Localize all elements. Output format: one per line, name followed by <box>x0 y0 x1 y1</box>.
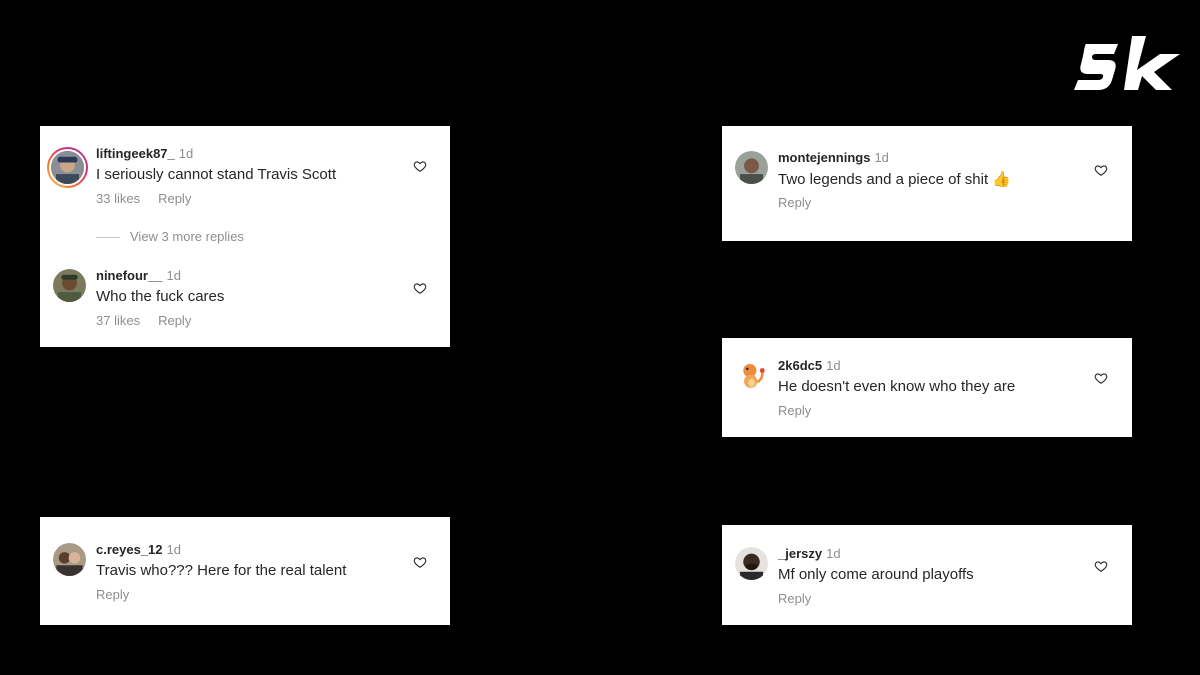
reply-button[interactable]: Reply <box>778 195 811 210</box>
view-more-replies-button[interactable]: View 3 more replies <box>96 229 244 244</box>
comment-username[interactable]: montejennings 1d <box>778 150 889 165</box>
comment-meta: 37 likes Reply <box>96 313 191 328</box>
heart-outline-icon[interactable] <box>1094 371 1108 385</box>
comment-timestamp: 1d <box>166 268 181 283</box>
heart-outline-icon[interactable] <box>413 281 427 295</box>
comment-timestamp: 1d <box>178 146 194 161</box>
comment-item: 2k6dc5 1d He doesn't even know who they a… <box>722 338 1132 418</box>
comment-card-1: liftingeek87_ 1d I seriously cannot stand… <box>40 126 450 347</box>
sportskeeda-logo <box>1072 34 1190 96</box>
reply-button[interactable]: Reply <box>158 191 191 206</box>
avatar[interactable] <box>735 151 768 184</box>
comment-item: c.reyes_12 1d Travis who??? Here for the … <box>40 517 450 602</box>
avatar[interactable] <box>47 147 88 188</box>
comment-item: ninefour__ 1d Who the fuck cares 37 likes… <box>40 254 450 328</box>
reply-button[interactable]: Reply <box>778 591 811 606</box>
comment-text: Mf only come around playoffs <box>778 566 974 583</box>
reply-button[interactable]: Reply <box>158 313 191 328</box>
divider <box>96 237 120 239</box>
avatar[interactable] <box>53 269 86 302</box>
comment-username[interactable]: c.reyes_12 1d <box>96 542 181 557</box>
comment-timestamp: 1d <box>826 358 841 373</box>
comment-username[interactable]: liftingeek87_ 1d <box>96 146 193 161</box>
comment-card-3: montejennings 1d Two legends and a piece … <box>722 126 1132 241</box>
comment-card-2: c.reyes_12 1d Travis who??? Here for the … <box>40 517 450 625</box>
reply-button[interactable]: Reply <box>96 587 129 602</box>
comment-item: liftingeek87_ 1d I seriously cannot stand… <box>40 126 450 206</box>
comment-item: _jerszy 1d Mf only come around playoffs R… <box>722 525 1132 606</box>
comment-card-4: 2k6dc5 1d He doesn't even know who they a… <box>722 338 1132 437</box>
heart-outline-icon[interactable] <box>1094 559 1108 573</box>
comment-text: I seriously cannot stand Travis Scott <box>96 166 337 183</box>
comment-text: He doesn't even know who they are <box>778 378 1016 395</box>
comment-timestamp: 1d <box>166 542 181 557</box>
comment-card-5: _jerszy 1d Mf only come around playoffs R… <box>722 525 1132 625</box>
comment-item: montejennings 1d Two legends and a piece … <box>722 126 1132 210</box>
like-count[interactable]: 37 likes <box>96 313 140 328</box>
avatar[interactable] <box>735 359 768 392</box>
comment-meta: Reply <box>778 591 811 606</box>
comment-text: Who the fuck cares <box>96 288 225 305</box>
reply-button[interactable]: Reply <box>778 403 811 418</box>
comment-timestamp: 1d <box>826 546 841 561</box>
comment-username[interactable]: _jerszy 1d <box>778 546 841 561</box>
comment-meta: Reply <box>778 195 811 210</box>
like-count[interactable]: 33 likes <box>96 191 140 206</box>
comment-meta: 33 likes Reply <box>96 191 191 206</box>
comment-meta: Reply <box>96 587 129 602</box>
avatar[interactable] <box>53 543 86 576</box>
comment-username[interactable]: ninefour__ 1d <box>96 268 181 283</box>
avatar[interactable] <box>735 547 768 580</box>
thumbs-up-emoji: 👍 <box>992 171 1011 188</box>
heart-outline-icon[interactable] <box>413 555 427 569</box>
comment-meta: Reply <box>778 403 811 418</box>
heart-outline-icon[interactable] <box>1094 163 1108 177</box>
comment-text: Two legends and a piece of shit 👍 <box>778 171 1011 188</box>
sk-logo-mark <box>1074 36 1180 90</box>
heart-outline-icon[interactable] <box>413 159 427 173</box>
comment-username[interactable]: 2k6dc5 1d <box>778 358 841 373</box>
comment-timestamp: 1d <box>874 150 889 165</box>
comment-text: Travis who??? Here for the real talent <box>96 562 347 579</box>
